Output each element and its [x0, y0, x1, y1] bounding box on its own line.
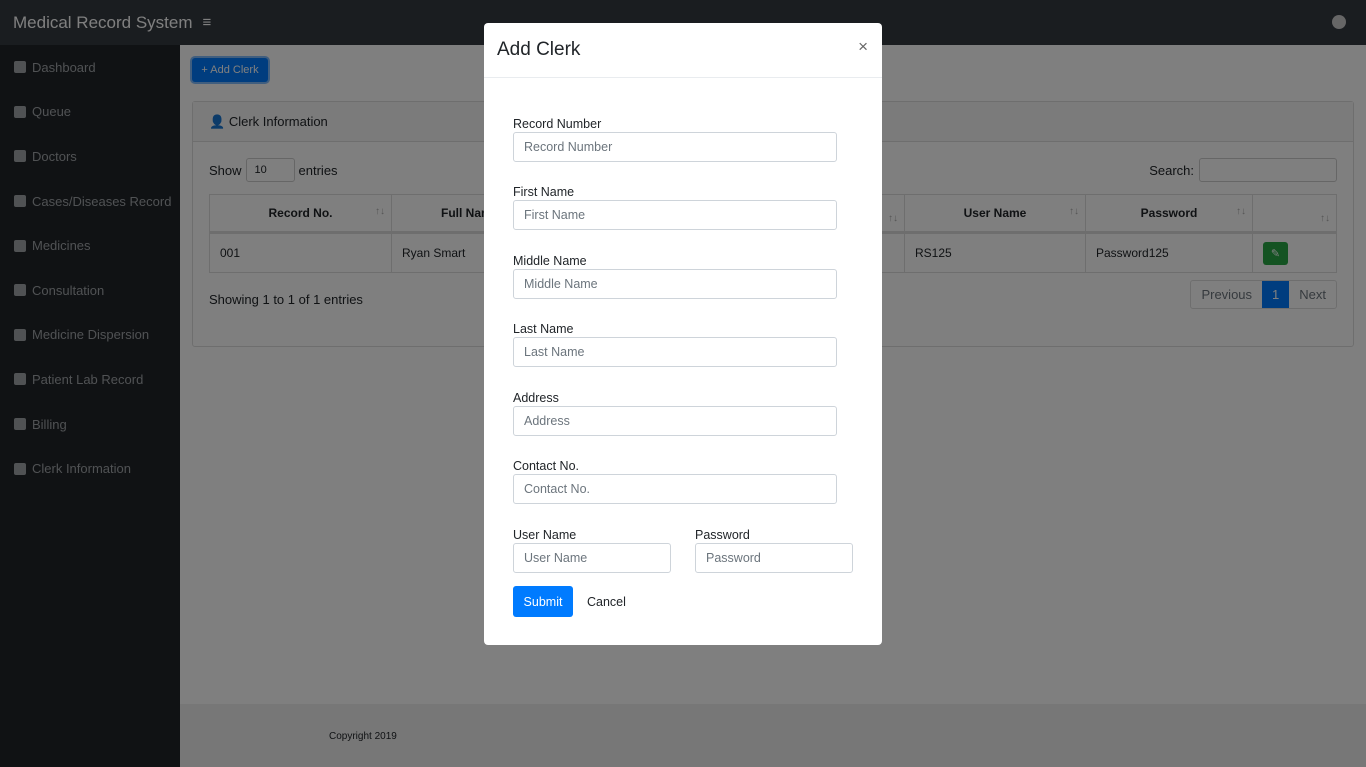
submit-button[interactable]: Submit	[513, 586, 573, 617]
contact-no-input[interactable]: Contact No.	[513, 474, 837, 504]
last-name-input[interactable]: Last Name	[513, 337, 837, 367]
modal-header: Add Clerk	[484, 23, 882, 78]
field-label: Record Number	[513, 117, 602, 131]
field-label: Last Name	[513, 322, 574, 336]
modal-title: Add Clerk	[497, 39, 581, 60]
middle-name-input[interactable]: Middle Name	[513, 269, 837, 299]
add-clerk-modal: Add Clerk × Submit Cancel Record Number R…	[484, 23, 882, 645]
first-name-input[interactable]: First Name	[513, 200, 837, 230]
close-icon[interactable]: ×	[858, 37, 868, 57]
cancel-button[interactable]: Cancel	[587, 595, 626, 609]
field-label: Middle Name	[513, 254, 587, 268]
user-name-input[interactable]: User Name	[513, 543, 671, 573]
password-input[interactable]: Password	[695, 543, 853, 573]
field-label: Password	[695, 528, 750, 542]
field-label: Contact No.	[513, 459, 580, 473]
field-label: First Name	[513, 185, 575, 199]
address-input[interactable]: Address	[513, 406, 837, 436]
record-number-input[interactable]: Record Number	[513, 132, 837, 162]
field-label: User Name	[513, 528, 577, 542]
field-label: Address	[513, 391, 559, 405]
